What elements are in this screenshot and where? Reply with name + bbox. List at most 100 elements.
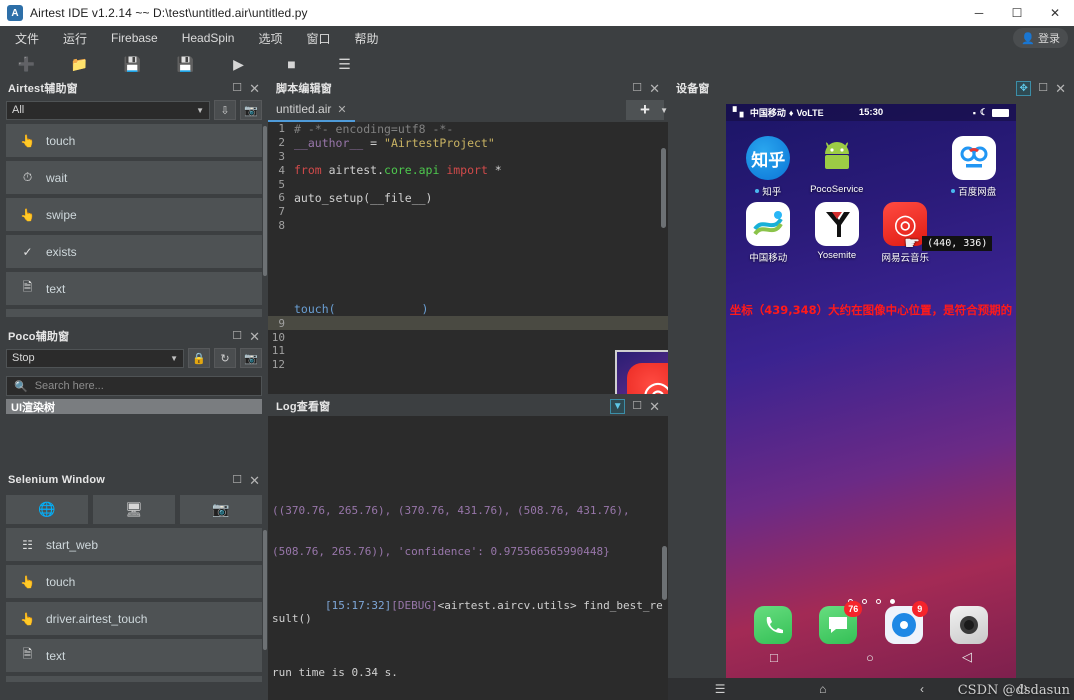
save-button[interactable]: 💾	[106, 50, 159, 78]
recents-button[interactable]: □	[770, 650, 778, 665]
close-icon[interactable]: ✕	[337, 103, 346, 116]
editor-tab-untitled[interactable]: untitled.air ✕	[268, 98, 355, 122]
swipe-icon: 👆	[20, 611, 35, 626]
poco-panel-float-button[interactable]: ☐	[232, 330, 242, 342]
menu-item-file[interactable]: 文件	[6, 26, 48, 50]
refresh-icon[interactable]: ↻	[214, 348, 236, 368]
airtest-command-partial[interactable]	[6, 309, 262, 317]
maximize-button[interactable]: ☐	[998, 0, 1036, 26]
airtest-filter-select[interactable]: All ▼	[6, 100, 210, 120]
log-scrollbar[interactable]	[662, 546, 667, 600]
selenium-list-scrollbar[interactable]	[263, 530, 267, 650]
app-pocoservice[interactable]: PocoService	[803, 136, 872, 198]
airtest-command-label: text	[46, 281, 66, 296]
code-line: 1 # -*- encoding=utf8 -*-	[268, 122, 668, 136]
page-dot-active[interactable]	[889, 599, 895, 604]
code-editor[interactable]: 1 # -*- encoding=utf8 -*- 2 __author__ =…	[268, 122, 668, 394]
device-toggle-icon[interactable]: ✥	[1016, 80, 1032, 96]
message-icon[interactable]: 76	[819, 601, 863, 644]
poco-search-row[interactable]: 🔍 Search here...	[6, 376, 262, 396]
code-text: *	[494, 163, 502, 178]
poco-search-input[interactable]: Search here...	[35, 380, 104, 392]
app-china-mobile[interactable]: 中国移动	[734, 202, 803, 264]
browser-icon[interactable]: 9	[884, 601, 928, 644]
new-file-button[interactable]: ➕	[0, 50, 53, 78]
android-soft-nav: □ ○ ◁	[726, 646, 1016, 668]
phone-screen[interactable]: ▘▖ 中国移动 ♦ VoLTE 15:30 ▪ ☾ 知乎 知乎 PocoServ…	[726, 104, 1016, 690]
selenium-command-start-web[interactable]: ☷ start_web	[6, 528, 262, 561]
menu-item-window[interactable]: 窗口	[297, 26, 339, 50]
minimize-button[interactable]: ─	[960, 0, 998, 26]
log-panel-float-button[interactable]: ☐	[632, 400, 642, 412]
selenium-panel-float-button[interactable]: ☐	[232, 474, 242, 486]
run-button[interactable]: ▶	[212, 50, 265, 78]
app-zhihu[interactable]: 知乎 知乎	[734, 136, 803, 198]
home-key-button[interactable]: ⌂	[819, 682, 826, 696]
log-line: run time is 0.34 s.	[272, 666, 664, 680]
page-dot[interactable]	[875, 599, 881, 604]
selenium-command-partial[interactable]	[6, 676, 262, 682]
poco-panel-close-button[interactable]: ✕	[249, 330, 260, 343]
airtest-panel-close-button[interactable]: ✕	[249, 82, 260, 95]
back-key-button[interactable]: ‹	[920, 682, 924, 696]
lock-icon[interactable]: 🔒	[188, 348, 210, 368]
add-tab-button[interactable]: +	[626, 100, 664, 120]
editor-scrollbar[interactable]	[661, 148, 666, 228]
log-text: run time is 0.34 s.	[272, 666, 398, 679]
airtest-command-swipe[interactable]: 👆 swipe	[6, 198, 262, 231]
chevron-down-icon[interactable]: ▼	[660, 106, 668, 115]
home-button[interactable]: ○	[866, 650, 874, 665]
device-viewport[interactable]: ▘▖ 中国移动 ♦ VoLTE 15:30 ▪ ☾ 知乎 知乎 PocoServ…	[668, 98, 1074, 700]
speech-bubble-shape	[829, 617, 848, 633]
page-dot[interactable]	[861, 599, 867, 604]
menu-item-options[interactable]: 选项	[249, 26, 291, 50]
camera-icon[interactable]: 📷	[240, 100, 262, 120]
menu-item-headspin[interactable]: HeadSpin	[173, 26, 244, 50]
globe-icon[interactable]: 🌐	[6, 495, 88, 524]
airtest-command-exists[interactable]: ✓ exists	[6, 235, 262, 268]
poco-tree-root[interactable]: UI渲染树	[6, 399, 262, 414]
editor-panel-close-button[interactable]: ✕	[649, 82, 660, 95]
touch-target-thumbnail[interactable]: ◎ 网易云音乐	[615, 350, 668, 394]
log-output[interactable]: ((370.76, 265.76), (370.76, 431.76), (50…	[268, 416, 668, 700]
airtest-list-scrollbar[interactable]	[263, 126, 267, 276]
close-button[interactable]: ✕	[1036, 0, 1074, 26]
back-button[interactable]: ◁	[962, 649, 972, 665]
camera-icon[interactable]: 📷	[180, 495, 262, 524]
selenium-command-text[interactable]: 🗎 text	[6, 639, 262, 672]
camera-lens-shape	[960, 616, 979, 634]
code-line-current: 9	[268, 316, 668, 331]
airtest-command-wait[interactable]: ⏱ wait	[6, 161, 262, 194]
editor-panel-float-button[interactable]: ☐	[632, 82, 642, 94]
window-icon[interactable]: 🖥	[93, 495, 175, 524]
camera-icon[interactable]	[950, 606, 989, 644]
app-baidu-netdisk[interactable]: 百度网盘	[940, 136, 1009, 198]
menu-key-button[interactable]: ☰	[715, 682, 726, 696]
menu-item-run[interactable]: 运行	[54, 26, 96, 50]
selenium-panel-close-button[interactable]: ✕	[249, 474, 260, 487]
save-as-button[interactable]: 💾	[159, 50, 212, 78]
login-button[interactable]: 👤 登录	[1013, 28, 1068, 48]
watermark: CSDN @dsdasun	[957, 683, 1070, 698]
selenium-command-driver-airtest-touch[interactable]: 👆 driver.airtest_touch	[6, 602, 262, 635]
app-yosemite[interactable]: Yosemite	[803, 202, 872, 264]
airtest-panel-float-button[interactable]: ☐	[232, 82, 242, 94]
device-panel-float-button[interactable]: ☐	[1038, 82, 1048, 94]
menu-item-firebase[interactable]: Firebase	[102, 26, 167, 50]
stop-button[interactable]: ■	[265, 50, 318, 78]
filter-icon[interactable]: ▼	[610, 398, 626, 414]
menu-item-help[interactable]: 帮助	[345, 26, 387, 50]
selenium-command-touch[interactable]: 👆 touch	[6, 565, 262, 598]
airtest-command-text[interactable]: 🗎 text	[6, 272, 262, 305]
poco-mode-select[interactable]: Stop ▼	[6, 348, 184, 368]
log-panel-close-button[interactable]: ✕	[649, 400, 660, 413]
line-number: 8	[278, 218, 285, 232]
report-button[interactable]: ☰	[318, 50, 371, 78]
line-number: 4	[278, 163, 285, 177]
device-panel-close-button[interactable]: ✕	[1055, 82, 1066, 95]
airtest-command-touch[interactable]: 👆 touch	[6, 124, 262, 157]
import-icon[interactable]: ⇩	[214, 100, 236, 120]
open-folder-button[interactable]: 📁	[53, 50, 106, 78]
camera-icon[interactable]: 📷	[240, 348, 262, 368]
phone-icon[interactable]	[753, 606, 792, 644]
